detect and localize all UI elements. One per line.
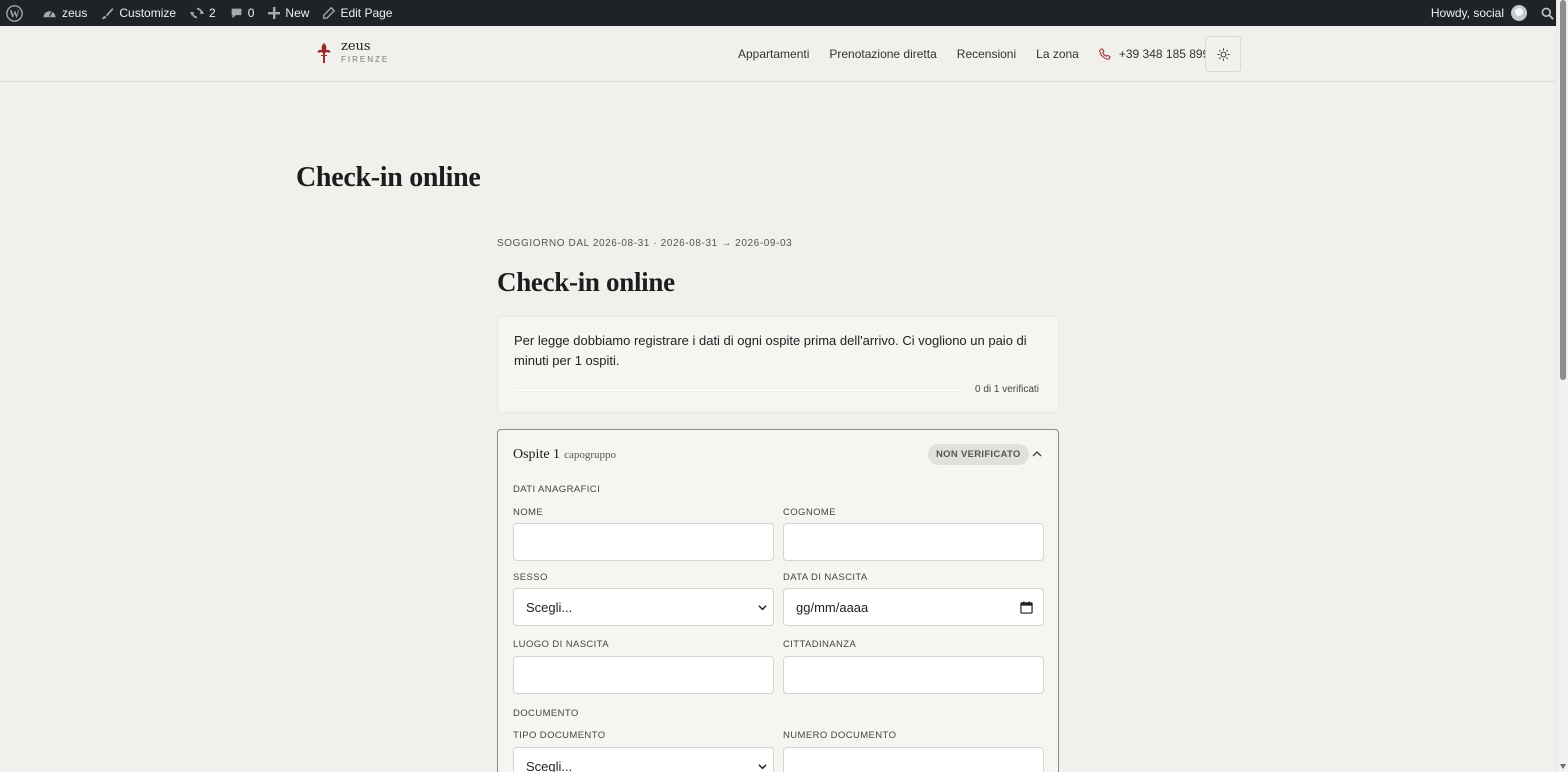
data-nascita-placeholder: gg/mm/aaaa [796,599,869,615]
chevron-down-icon [758,605,767,611]
nav-item-la-zona[interactable]: La zona [1036,47,1079,61]
chevron-up-icon[interactable] [1031,448,1043,460]
luogo-nascita-label: LUOGO DI NASCITA [513,639,609,650]
account-greeting[interactable]: Howdy, social [1431,6,1504,20]
dashboard-icon [43,10,56,17]
updates-icon [190,7,205,19]
wordpress-icon: W [6,4,23,22]
data-nascita-field[interactable]: gg/mm/aaaa [783,588,1044,626]
section-document: DOCUMENTO [513,708,579,719]
brand-city: FIRENZE [341,55,390,64]
admin-bar: W zeus Customize 2 0 New Edit Page Howdy… [0,0,1568,26]
edit-page-link[interactable]: Edit Page [316,0,399,26]
updates-count: 2 [209,6,216,20]
edit-page-label: Edit Page [340,6,393,20]
customize-link[interactable]: Customize [94,0,183,26]
section-personal-data: DATI ANAGRAFICI [513,484,601,495]
search-icon[interactable] [1541,7,1554,20]
plus-icon [268,7,281,19]
phone-icon [1099,48,1111,60]
pencil-icon [323,7,336,19]
page-scrollbar[interactable] [1556,0,1568,772]
comment-icon [231,8,242,18]
data-nascita-label: DATA DI NASCITA [783,572,868,583]
guest-card: Ospite 1 capogruppo NON VERIFICATO DATI A… [497,429,1059,772]
page-title: Check-in online [296,162,481,193]
numero-documento-label: NUMERO DOCUMENTO [783,730,897,741]
guest-header[interactable]: Ospite 1 capogruppo [513,447,616,463]
customize-label: Customize [119,6,177,20]
florentine-lily-icon [317,42,331,63]
sesso-value: Scegli... [526,599,573,615]
comments-link[interactable]: 0 [223,0,262,26]
calendar-icon[interactable] [1020,601,1033,614]
cognome-field[interactable] [783,523,1044,561]
guest-title: Ospite 1 [513,447,561,462]
luogo-nascita-field[interactable] [513,656,774,694]
phone-number: +39 348 185 8997 [1118,47,1216,61]
nome-label: NOME [513,507,544,518]
avatar[interactable] [1511,5,1527,21]
numero-documento-field[interactable] [783,747,1044,772]
tipo-documento-label: TIPO DOCUMENTO [513,730,606,741]
svg-text:W: W [9,9,20,20]
checkin-title: Check-in online [497,267,675,297]
site-header: zeus FIRENZE Appartamenti Prenotazione d… [0,26,1556,82]
guest-role: capogruppo [564,449,616,461]
brush-icon [102,7,114,19]
status-badge: NON VERIFICATO [928,444,1029,465]
site-name-link[interactable]: zeus [35,0,94,26]
scrollbar-thumb[interactable] [1560,0,1566,380]
brand-logo[interactable]: zeus FIRENZE [316,39,389,66]
intro-text: Per legge dobbiamo registrare i dati di … [514,333,1027,368]
brand-name: zeus [341,39,371,54]
sesso-label: SESSO [513,572,548,583]
main-nav: Appartamenti Prenotazione diretta Recens… [738,26,1238,82]
verification-progress-bar [514,388,964,392]
new-content-link[interactable]: New [261,0,316,26]
progress-label: 0 di 1 verificati [975,384,1039,395]
new-label: New [285,6,310,20]
theme-toggle-button[interactable] [1205,36,1241,72]
admin-bar-right: Howdy, social [1431,0,1554,26]
sun-icon [1216,47,1230,61]
tipo-documento-value: Scegli... [526,758,573,772]
scroll-down-arrow[interactable] [1560,764,1566,769]
wordpress-menu[interactable]: W [0,0,35,26]
nav-item-appartamenti[interactable]: Appartamenti [738,47,809,61]
nome-field[interactable] [513,523,774,561]
nav-item-prenotazione[interactable]: Prenotazione diretta [829,47,936,61]
phone-link[interactable]: +39 348 185 8997 [1099,47,1216,61]
stay-dates: SOGGIORNO DAL 2026-08-31 · 2026-08-31 → … [497,238,793,249]
tipo-documento-select[interactable]: Scegli... [513,747,774,772]
site-name: zeus [62,6,88,20]
intro-box: Per legge dobbiamo registrare i dati di … [497,316,1059,413]
sesso-select[interactable]: Scegli... [513,588,774,626]
cognome-label: COGNOME [783,507,836,518]
updates-link[interactable]: 2 [183,0,223,26]
nav-item-recensioni[interactable]: Recensioni [957,47,1016,61]
cittadinanza-field[interactable] [783,656,1044,694]
cittadinanza-label: CITTADINANZA [783,639,857,650]
comments-count: 0 [247,6,255,20]
chevron-down-icon [758,764,767,770]
